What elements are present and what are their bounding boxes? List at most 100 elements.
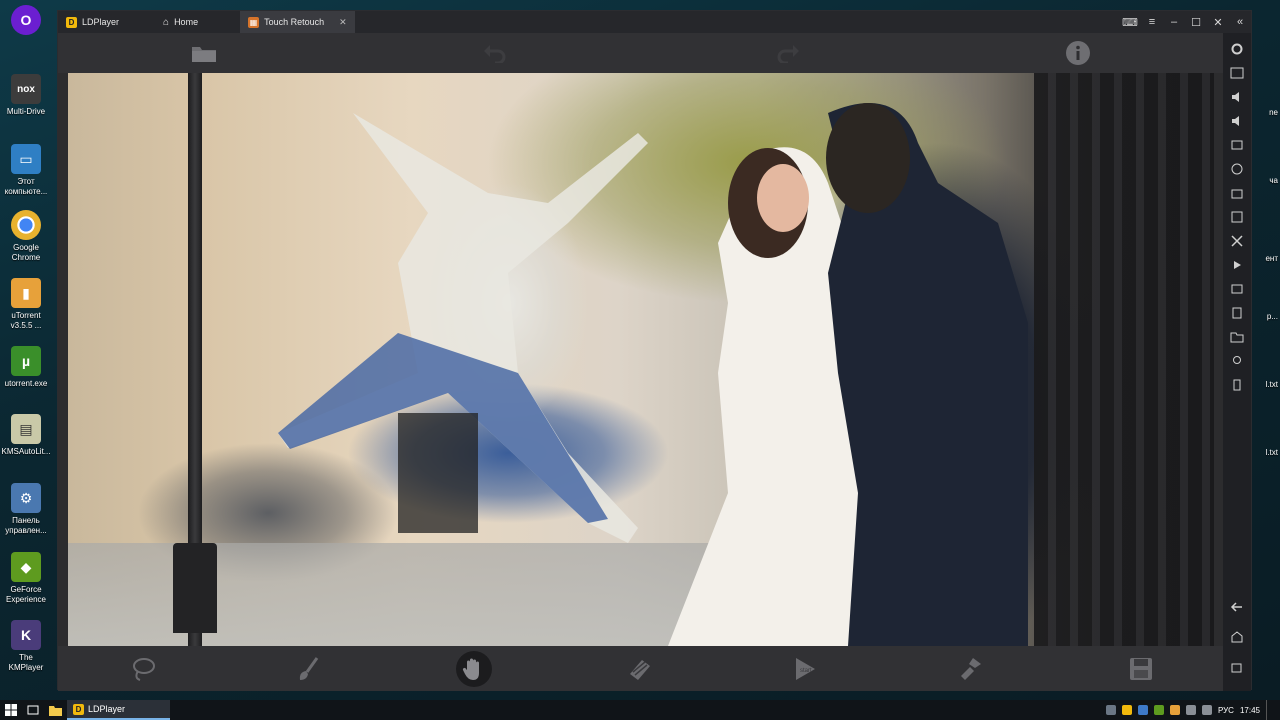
volume-down-icon[interactable] — [1229, 113, 1245, 129]
tray-app-icon[interactable] — [1169, 705, 1180, 715]
kmplayer-icon: K — [11, 620, 41, 650]
brush-icon — [299, 657, 319, 680]
close-tab-icon[interactable]: ✕ — [339, 17, 347, 28]
close-window-icon[interactable]: ✕ — [1207, 16, 1229, 29]
settings-gear-icon[interactable] — [1229, 41, 1245, 57]
shared-folder-icon[interactable] — [1229, 329, 1245, 345]
open-folder-icon[interactable] — [190, 41, 218, 65]
gear-icon: ⚙ — [11, 483, 41, 513]
desktop-right-label: ча — [1269, 176, 1278, 185]
recent-apps-icon[interactable] — [1229, 659, 1245, 675]
desktop-icon-opera-gx[interactable]: O — [2, 5, 50, 35]
desktop-right-label: l.txt — [1265, 448, 1278, 457]
window-controls: ⌨ ≡ – ☐ ✕ « — [1119, 11, 1251, 33]
rotate-icon[interactable] — [1229, 161, 1245, 177]
record-icon[interactable] — [1229, 257, 1245, 273]
collapse-sidebar-icon[interactable]: « — [1229, 16, 1251, 28]
tab-touch-retouch[interactable]: ▦ Touch Retouch ✕ — [240, 11, 355, 33]
tab-home[interactable]: ⌂ Home — [155, 11, 206, 33]
emulator-side-panel — [1223, 33, 1251, 691]
svg-text:start: start — [800, 668, 812, 674]
bottom-toolbar: start — [58, 646, 1223, 691]
gamepad-icon[interactable]: ⌨ — [1119, 16, 1141, 29]
shake-icon[interactable] — [1229, 377, 1245, 393]
photo-bride-face — [757, 164, 809, 232]
desktop-icon-utorrent-exe[interactable]: µ utorrent.exe — [2, 346, 50, 389]
scissors-icon[interactable] — [1229, 233, 1245, 249]
wedding-photo-canvas[interactable] — [68, 73, 1214, 646]
desktop-icons: O nox Multi-Drive ▭ Этот компьюте... Goo… — [0, 0, 56, 700]
volume-up-icon[interactable] — [1229, 89, 1245, 105]
ldplayer-logo-icon: D — [73, 703, 84, 715]
lasso-tool[interactable] — [128, 654, 158, 684]
network-icon[interactable] — [1185, 705, 1196, 715]
save-icon — [1130, 658, 1152, 680]
input-language[interactable]: РУС — [1218, 706, 1234, 715]
photo-groom-head — [826, 103, 910, 213]
redo-icon[interactable] — [774, 41, 802, 65]
hand-icon — [462, 658, 479, 680]
desktop-icon-kmplayer[interactable]: K The KMPlayer — [2, 620, 50, 673]
emulator-screen: start — [58, 33, 1223, 691]
desktop-icon-nox-multi-drive[interactable]: nox Multi-Drive — [2, 74, 50, 117]
ldplayer-window: D LDPlayer ⌂ Home ▦ Touch Retouch ✕ ⌨ ≡ … — [57, 10, 1252, 691]
clone-stamp-tool[interactable] — [956, 654, 986, 684]
tray-app-icon[interactable] — [1137, 705, 1148, 715]
desktop-icon-google-chrome[interactable]: Google Chrome — [2, 210, 50, 263]
volume-icon[interactable] — [1201, 705, 1212, 715]
fullscreen-icon[interactable] — [1229, 137, 1245, 153]
minimize-icon[interactable]: – — [1163, 16, 1185, 28]
ldplayer-logo-icon: D — [66, 16, 77, 28]
desktop-right-edge: ne ча ент p... l.txt l.txt — [1250, 0, 1280, 700]
window-titlebar: D LDPlayer ⌂ Home ▦ Touch Retouch ✕ ⌨ ≡ … — [58, 11, 1251, 33]
tray-nvidia-icon[interactable] — [1153, 705, 1164, 715]
tray-ldplayer-icon[interactable] — [1121, 705, 1132, 715]
save-tool[interactable] — [1126, 654, 1156, 684]
menu-icon[interactable]: ≡ — [1141, 16, 1163, 28]
eraser-tool[interactable] — [625, 654, 655, 684]
desktop-icon-kmsautolite[interactable]: ▤ KMSAutoLit... — [2, 414, 50, 457]
brush-tool[interactable] — [293, 654, 323, 684]
folder-icon — [49, 705, 62, 716]
desktop-icon-this-pc[interactable]: ▭ Этот компьюте... — [2, 144, 50, 197]
sync-icon[interactable] — [1229, 281, 1245, 297]
system-tray: РУС 17:45 — [1105, 700, 1280, 720]
opera-gx-icon: O — [11, 5, 41, 35]
task-view-button[interactable] — [22, 700, 44, 720]
desktop-icon-geforce-experience[interactable]: ◆ GeForce Experience — [2, 552, 50, 605]
start-tool[interactable]: start — [790, 654, 820, 684]
info-icon[interactable] — [1064, 41, 1092, 65]
tray-app-icon[interactable] — [1105, 705, 1116, 715]
pan-tool[interactable] — [456, 651, 492, 687]
photo-pedestrian — [398, 413, 478, 533]
desktop-right-label: p... — [1266, 312, 1278, 321]
chrome-icon — [11, 210, 41, 240]
photo-figures — [278, 103, 1028, 646]
screenshot-icon[interactable] — [1229, 185, 1245, 201]
back-icon[interactable] — [1229, 599, 1245, 615]
desktop-icon-utorrent-installer[interactable]: ▮ uTorrent v3.5.5 ... — [2, 278, 50, 331]
eraser-icon — [630, 660, 650, 680]
location-icon[interactable] — [1229, 353, 1245, 369]
undo-icon[interactable] — [481, 41, 509, 65]
file-explorer-button[interactable] — [44, 700, 67, 720]
taskbar-ldplayer[interactable]: D LDPlayer — [67, 700, 170, 720]
keyboard-icon[interactable] — [1229, 65, 1245, 81]
start-button[interactable] — [0, 700, 22, 720]
document-icon: ▤ — [11, 414, 41, 444]
nvidia-icon: ◆ — [11, 552, 41, 582]
windows-logo-icon — [5, 704, 17, 716]
maximize-icon[interactable]: ☐ — [1185, 16, 1207, 29]
clock[interactable]: 17:45 — [1240, 706, 1260, 715]
show-desktop-button[interactable] — [1266, 700, 1272, 720]
apk-install-icon[interactable] — [1229, 209, 1245, 225]
multi-instance-icon[interactable] — [1229, 305, 1245, 321]
desktop-icon-control-panel[interactable]: ⚙ Панель управлен... — [2, 483, 50, 536]
installer-icon: ▮ — [11, 278, 41, 308]
home-button-icon[interactable] — [1229, 629, 1245, 645]
tab-ldplayer[interactable]: D LDPlayer — [58, 11, 127, 33]
top-toolbar — [58, 33, 1223, 73]
nox-icon: nox — [11, 74, 41, 104]
desktop-right-label: ент — [1265, 254, 1278, 263]
task-view-icon — [27, 705, 39, 715]
